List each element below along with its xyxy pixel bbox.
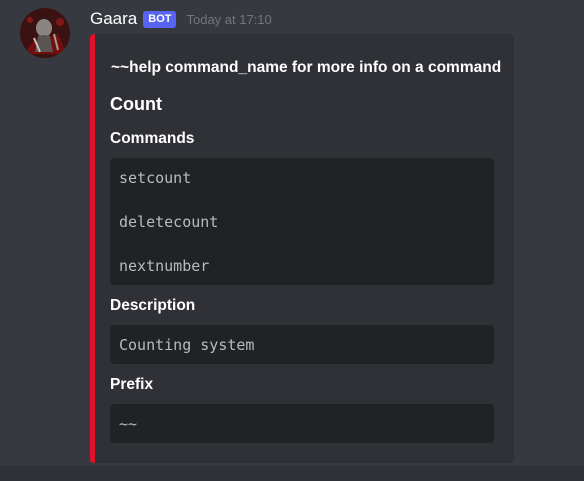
- username[interactable]: Gaara: [90, 9, 137, 29]
- avatar-image: [20, 8, 70, 58]
- bottom-divider: [0, 466, 584, 481]
- field-name-prefix: Prefix: [110, 376, 154, 393]
- avatar[interactable]: [20, 8, 70, 58]
- code-block-description: Counting system: [110, 325, 494, 364]
- code-line: nextnumber: [119, 257, 210, 275]
- embed-heading: Count: [110, 94, 162, 114]
- code-line: Counting system: [119, 336, 255, 354]
- message-header: Gaara BOT Today at 17:10: [90, 8, 272, 30]
- code-line: setcount: [119, 169, 192, 187]
- chat-message: Gaara BOT Today at 17:10 ~~help command_…: [0, 0, 584, 466]
- code-block-commands: setcount deletecount nextnumber: [110, 158, 494, 285]
- message-timestamp: Today at 17:10: [186, 11, 272, 27]
- code-line: ~~: [119, 415, 138, 433]
- bot-badge: BOT: [143, 10, 177, 28]
- field-name-description: Description: [110, 297, 196, 314]
- embed-title: ~~help command_name for more info on a c…: [111, 59, 502, 76]
- embed: ~~help command_name for more info on a c…: [90, 34, 514, 463]
- code-block-prefix: ~~: [110, 404, 494, 443]
- field-name-commands: Commands: [110, 130, 195, 147]
- embed-accent-bar: [90, 34, 95, 463]
- code-line: deletecount: [119, 213, 219, 231]
